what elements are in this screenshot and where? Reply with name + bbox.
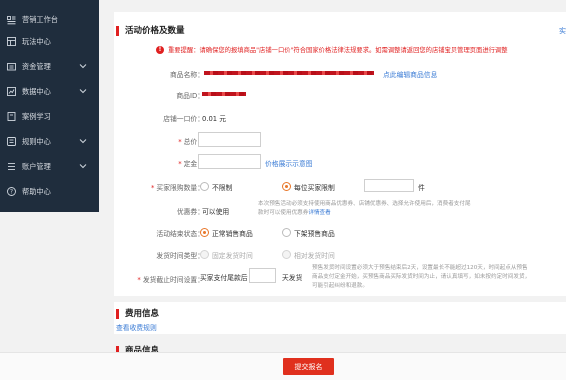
sidebar-item-marketing-workbench[interactable]: 营销工作台 [0, 11, 99, 29]
coupon-label: 优惠券： [176, 208, 204, 216]
right-edge-link[interactable]: 实 [559, 26, 566, 36]
shop-price-value: 0.01 元 [202, 115, 227, 123]
sidebar-item-label: 资金管理 [22, 61, 51, 71]
product-id-label: 商品ID： [176, 92, 204, 100]
price-display-diagram-link[interactable]: 价格展示示意图 [265, 158, 313, 168]
edit-product-link[interactable]: 点此编辑商品信息 [383, 69, 437, 79]
sidebar-item-funds[interactable]: 资金管理 [0, 54, 99, 79]
limit-per-buyer-label: 每位买家限制 [294, 184, 335, 192]
sidebar-item-account[interactable]: 账户管理 [0, 154, 99, 179]
svg-text:?: ? [10, 189, 13, 196]
ship-days-input[interactable] [249, 268, 276, 283]
chevron-down-icon [79, 87, 87, 95]
sidebar-item-rules-center[interactable]: 规则中心 [0, 129, 99, 154]
deadline-note: 预售发货时间设置必须大于预售结束后2天，设置最长不能超过120天，时间起点从预售… [312, 265, 531, 289]
limit-quantity-input[interactable] [364, 179, 414, 192]
form-card: 活动价格及数量 实 ! 重要提醒：请确保您的报填商品"店铺一口价"符合国家价格法… [114, 12, 566, 340]
end-normal-sale-radio[interactable] [200, 228, 209, 237]
fee-rules-link[interactable]: 查看收费规则 [116, 322, 157, 332]
rules-icon [7, 137, 16, 146]
limit-per-buyer-radio[interactable] [282, 182, 291, 191]
ship-fixed-radio[interactable] [200, 250, 209, 259]
section-divider [114, 296, 566, 302]
sidebar-item-help[interactable]: ? 帮助中心 [0, 179, 99, 204]
sidebar-item-case-study[interactable]: 案例学习 [0, 104, 99, 129]
end-delist-label: 下架预售商品 [294, 230, 335, 238]
sidebar-item-label: 数据中心 [22, 86, 51, 96]
ship-relative-radio[interactable] [282, 250, 291, 259]
section-title-fee-info: 费用信息 [116, 309, 159, 319]
sidebar-item-label: 营销工作台 [22, 15, 58, 24]
section-title-price-quantity: 活动价格及数量 [116, 26, 185, 36]
main-content: 活动价格及数量 实 ! 重要提醒：请确保您的报填商品"店铺一口价"符合国家价格法… [99, 0, 566, 380]
sidebar: 营销工作台 玩法中心 资金管理 数据中心 案例学习 规则中心 账户管理 ? 帮助… [0, 0, 99, 212]
warning-icon: ! [156, 45, 164, 54]
chevron-down-icon [79, 162, 87, 170]
sidebar-item-data-center[interactable]: 数据中心 [0, 79, 99, 104]
deadline-prefix: 买家支付尾款后 [200, 274, 248, 282]
ship-fixed-label: 固定发货时间 [212, 252, 253, 260]
dashboard-icon [7, 15, 16, 25]
sidebar-item-play-center[interactable]: 玩法中心 [0, 29, 99, 54]
footer-bar: 提交报名 [0, 352, 566, 380]
end-delist-radio[interactable] [282, 228, 291, 237]
help-icon: ? [7, 187, 16, 196]
purchase-limit-label: * 买家限购数量： [151, 184, 204, 192]
deadline-suffix: 天发货 [282, 274, 303, 282]
coupon-value: 可以使用 [202, 208, 230, 216]
limit-unlimited-radio[interactable] [200, 182, 209, 191]
ship-deadline-label: * 发货截止时间设置： [137, 276, 204, 284]
limit-unit: 件 [418, 184, 425, 192]
chevron-down-icon [79, 137, 87, 145]
user-icon [7, 162, 16, 171]
warning-banner: ! 重要提醒：请确保您的报填商品"店铺一口价"符合国家价格法律法规要求。如需调整… [156, 45, 508, 54]
sidebar-item-label: 规则中心 [22, 136, 51, 146]
chevron-down-icon [79, 62, 87, 70]
sidebar-item-label: 账户管理 [22, 161, 51, 171]
sidebar-item-label: 玩法中心 [22, 36, 51, 46]
submit-button[interactable]: 提交报名 [283, 358, 334, 375]
coupon-note: 本次预售活动必须支持使用商品优惠券、店铺优惠券、选择允许使用后，消费者支付尾 款… [258, 201, 471, 216]
total-price-input[interactable] [198, 132, 261, 147]
chart-icon [7, 87, 16, 96]
product-name-label: 商品名称： [170, 71, 204, 79]
product-id-redacted [202, 92, 246, 96]
product-name-redacted [204, 71, 374, 75]
warning-text: 重要提醒：请确保您的报填商品"店铺一口价"符合国家价格法律法规要求。如需调整请返… [168, 47, 508, 54]
deposit-input[interactable] [198, 154, 261, 169]
limit-unlimited-label: 不限制 [212, 184, 233, 192]
sidebar-item-label: 案例学习 [22, 111, 51, 121]
grid-icon [7, 37, 16, 46]
end-state-label: 活动结束状态： [156, 230, 204, 238]
book-icon [7, 112, 16, 121]
ship-type-label: 发货时间类型： [156, 252, 204, 260]
end-normal-sale-label: 正常销售商品 [212, 230, 253, 238]
ship-relative-label: 相对发货时间 [294, 252, 335, 260]
shop-price-label: 店铺一口价： [163, 115, 204, 123]
wallet-icon [7, 62, 16, 71]
section-divider [114, 334, 566, 340]
sidebar-item-label: 帮助中心 [22, 186, 51, 196]
coupon-details-link[interactable]: 详情查看 [308, 210, 330, 216]
